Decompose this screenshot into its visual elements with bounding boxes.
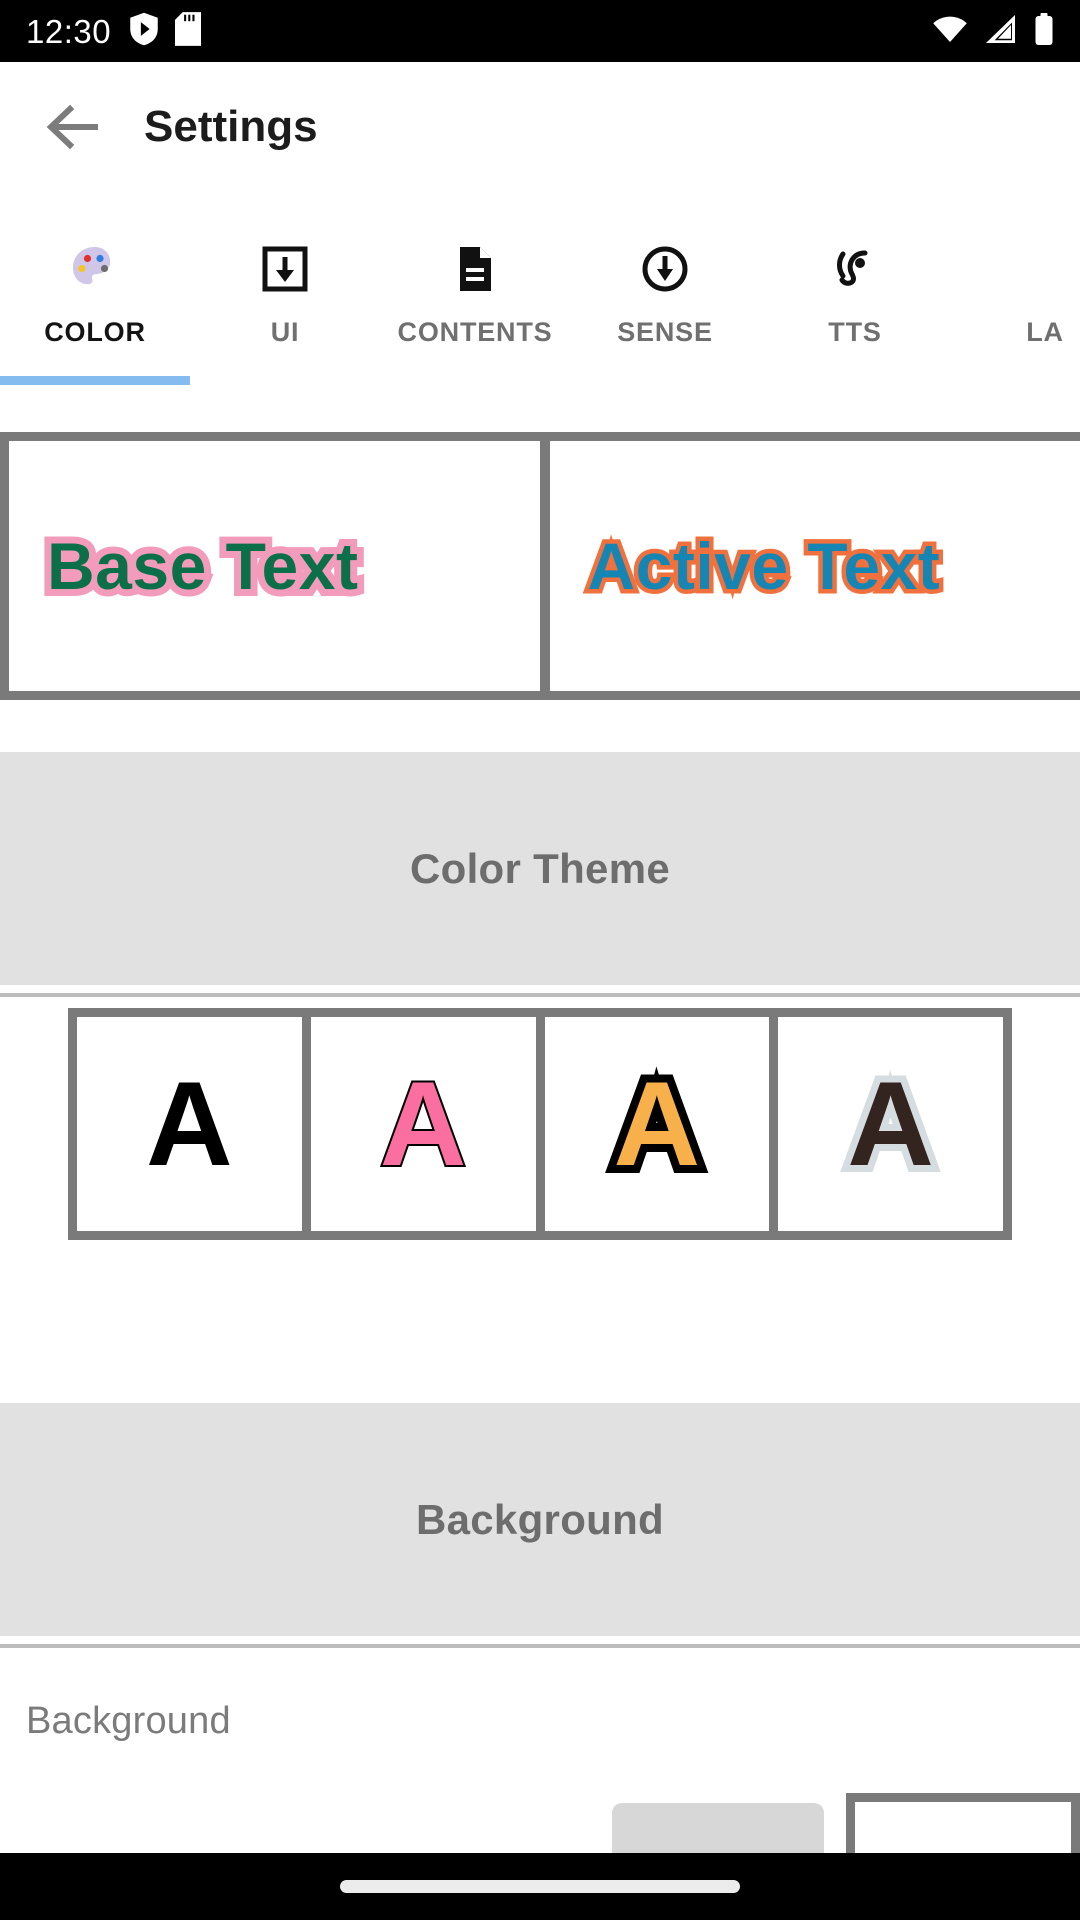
theme-glyph-sepia: A <box>840 1057 941 1191</box>
palette-icon <box>67 239 123 299</box>
tab-strip[interactable]: COLOR UI CONTENTS SENSE TTS LA <box>0 196 1080 391</box>
page-title: Settings <box>144 102 318 151</box>
tab-color[interactable]: COLOR <box>0 196 190 391</box>
text-preview-row: Base Text Active Text <box>0 432 1080 700</box>
wifi-icon <box>932 15 968 48</box>
background-section-header: Background <box>0 1403 1080 1636</box>
tab-label-contents: CONTENTS <box>397 317 553 347</box>
tab-bar[interactable]: COLOR UI CONTENTS SENSE TTS LA <box>0 196 1080 431</box>
status-system-icons <box>932 12 1054 50</box>
status-bar: 12:30 <box>0 0 1080 62</box>
theme-glyph-pink: A <box>378 1057 469 1191</box>
color-theme-title: Color Theme <box>410 844 670 892</box>
tab-tts[interactable]: TTS <box>760 196 950 391</box>
tab-contents[interactable]: CONTENTS <box>380 196 570 391</box>
tab-ui[interactable]: UI <box>190 196 380 391</box>
theme-glyph-black: A <box>146 1057 233 1191</box>
hearing-ear-icon <box>827 239 883 299</box>
tab-language[interactable]: LA <box>950 196 1080 391</box>
base-text-preview[interactable]: Base Text <box>9 441 540 691</box>
battery-icon <box>1034 12 1054 50</box>
arrow-back-icon <box>46 104 98 150</box>
theme-glyph-amber: A <box>606 1056 709 1192</box>
app-bar: Settings <box>0 62 1080 192</box>
download-circle-icon <box>637 239 693 299</box>
color-theme-swatch-amber[interactable]: A <box>544 1017 770 1231</box>
color-theme-swatch-sepia[interactable]: A <box>778 1017 1003 1231</box>
tab-label-color: COLOR <box>44 317 146 347</box>
active-text-preview[interactable]: Active Text <box>549 441 1080 691</box>
color-theme-swatch-pink[interactable]: A <box>310 1017 536 1231</box>
system-navigation-bar <box>0 1853 1080 1920</box>
document-icon <box>447 239 503 299</box>
tab-label-sense: SENSE <box>617 317 713 347</box>
color-theme-swatch-row[interactable]: A A A A <box>68 1008 1012 1240</box>
active-text-sample: Active Text <box>583 525 944 608</box>
divider-background <box>0 1644 1080 1648</box>
tab-sense[interactable]: SENSE <box>570 196 760 391</box>
cellular-signal-icon <box>985 14 1017 48</box>
tab-label-language: LA <box>1026 317 1064 347</box>
back-button[interactable] <box>24 79 120 175</box>
download-box-icon <box>257 239 313 299</box>
home-gesture-pill[interactable] <box>340 1880 740 1893</box>
tab-label-tts: TTS <box>828 317 882 347</box>
shield-play-icon <box>129 12 159 51</box>
background-title: Background <box>415 1495 665 1543</box>
divider-color-theme <box>0 993 1080 997</box>
base-text-sample: Base Text <box>40 522 365 610</box>
status-notification-icons <box>129 11 202 51</box>
tab-active-indicator <box>0 376 190 385</box>
status-time: 12:30 <box>26 12 112 50</box>
tab-label-ui: UI <box>270 317 300 347</box>
sd-card-icon <box>175 11 202 51</box>
color-theme-section-header: Color Theme <box>0 752 1080 985</box>
background-row-label: Background <box>26 1700 231 1742</box>
color-theme-swatch-black[interactable]: A <box>77 1017 302 1231</box>
